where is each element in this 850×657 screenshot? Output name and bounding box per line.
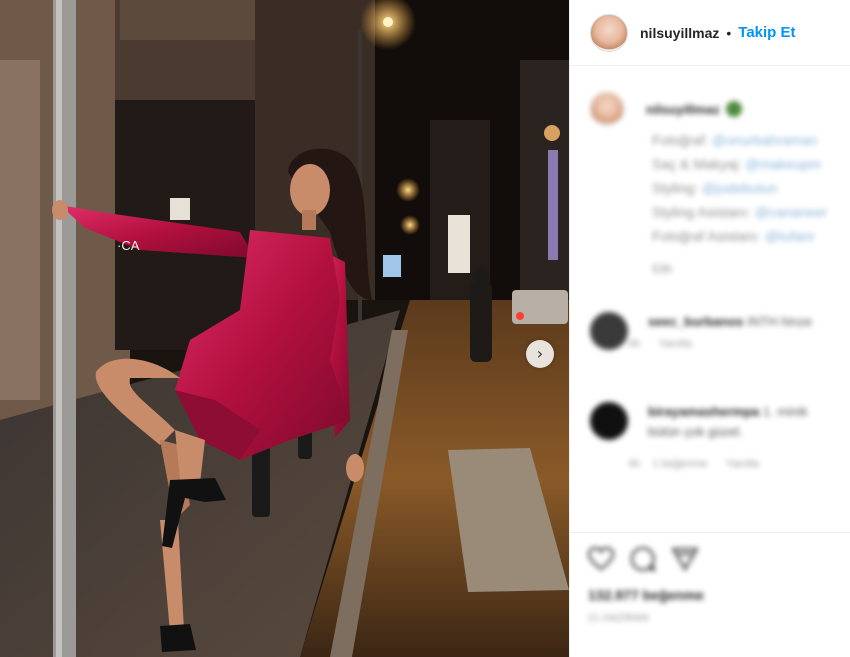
comment-text: seec_burbanos INTH hinze — [648, 314, 813, 329]
comment-meta: 4h Yanıtla — [628, 338, 692, 350]
post-caption: nilsuyillmaz Fotoğraf: @onurbahraman Saç… — [590, 92, 845, 276]
street-photo-illustration: ·CA — [0, 0, 569, 657]
post-actions: 132.977 beğenme 21 HAZİRAN — [570, 532, 850, 624]
caption-line: Fotoğraf Asistanı: @tufanr — [652, 228, 815, 244]
heart-icon[interactable] — [588, 546, 614, 572]
next-photo-button[interactable]: › — [526, 340, 554, 368]
flag-emoji-icon — [725, 101, 742, 117]
avatar[interactable] — [590, 13, 628, 52]
caption-line: Styling Asistanı: @cananeer — [652, 204, 828, 220]
comment-text-line2: bütün çok güzel. — [648, 424, 743, 439]
comment-item: birayamashermpa 1. minik bütün çok güzel… — [590, 402, 850, 470]
post-side-panel: nilsuyillmaz • Takip Et nilsuyillmaz Fot… — [569, 0, 850, 657]
comment-item: seec_burbanos INTH hinze 4h Yanıtla — [590, 312, 850, 350]
instagram-post-modal: ·CA › nilsuyillmaz • Takip Et nilsuyillm… — [0, 0, 850, 657]
caption-text: Fotoğraf: @onurbahraman Saç & Makyaj: @m… — [652, 128, 845, 248]
caption-avatar[interactable] — [590, 92, 624, 126]
comment-avatar[interactable] — [590, 402, 628, 440]
likes-count[interactable]: 132.977 beğenme — [588, 587, 833, 603]
separator-dot: • — [726, 24, 732, 41]
action-icons — [588, 539, 833, 579]
caption-line: Styling: @jodebutun — [652, 180, 778, 196]
caption-line: Saç & Makyaj: @makeupm — [652, 156, 822, 172]
comment-avatar[interactable] — [590, 312, 628, 350]
follow-button[interactable]: Takip Et — [738, 24, 795, 41]
comment-meta: 4h 1 beğenme Yanıtla — [628, 458, 760, 470]
mention-link[interactable]: @jodebutun — [702, 180, 778, 196]
mention-link[interactable]: @makeupm — [745, 156, 821, 172]
post-header: nilsuyillmaz • Takip Et — [570, 0, 850, 66]
username-link[interactable]: nilsuyillmaz — [640, 25, 719, 41]
caption-line: Fotoğraf: @onurbahraman — [652, 132, 818, 148]
post-date: 21 HAZİRAN — [588, 613, 649, 624]
post-photo[interactable]: ·CA › — [0, 0, 569, 657]
svg-text:·CA: ·CA — [117, 238, 140, 253]
caption-timestamp: 53h — [652, 262, 673, 276]
mention-link[interactable]: @cananeer — [755, 204, 828, 220]
reply-link[interactable]: Yanıtla — [658, 338, 691, 350]
share-icon[interactable] — [672, 546, 698, 572]
caption-username[interactable]: nilsuyillmaz — [646, 102, 720, 117]
comment-text: birayamashermpa 1. minik — [648, 404, 808, 419]
mention-link[interactable]: @onurbahraman — [712, 132, 817, 148]
mention-link[interactable]: @tufanr — [765, 228, 815, 244]
reply-link[interactable]: Yanıtla — [726, 458, 759, 470]
comment-icon[interactable] — [630, 546, 656, 572]
chevron-right-icon: › — [536, 344, 544, 363]
